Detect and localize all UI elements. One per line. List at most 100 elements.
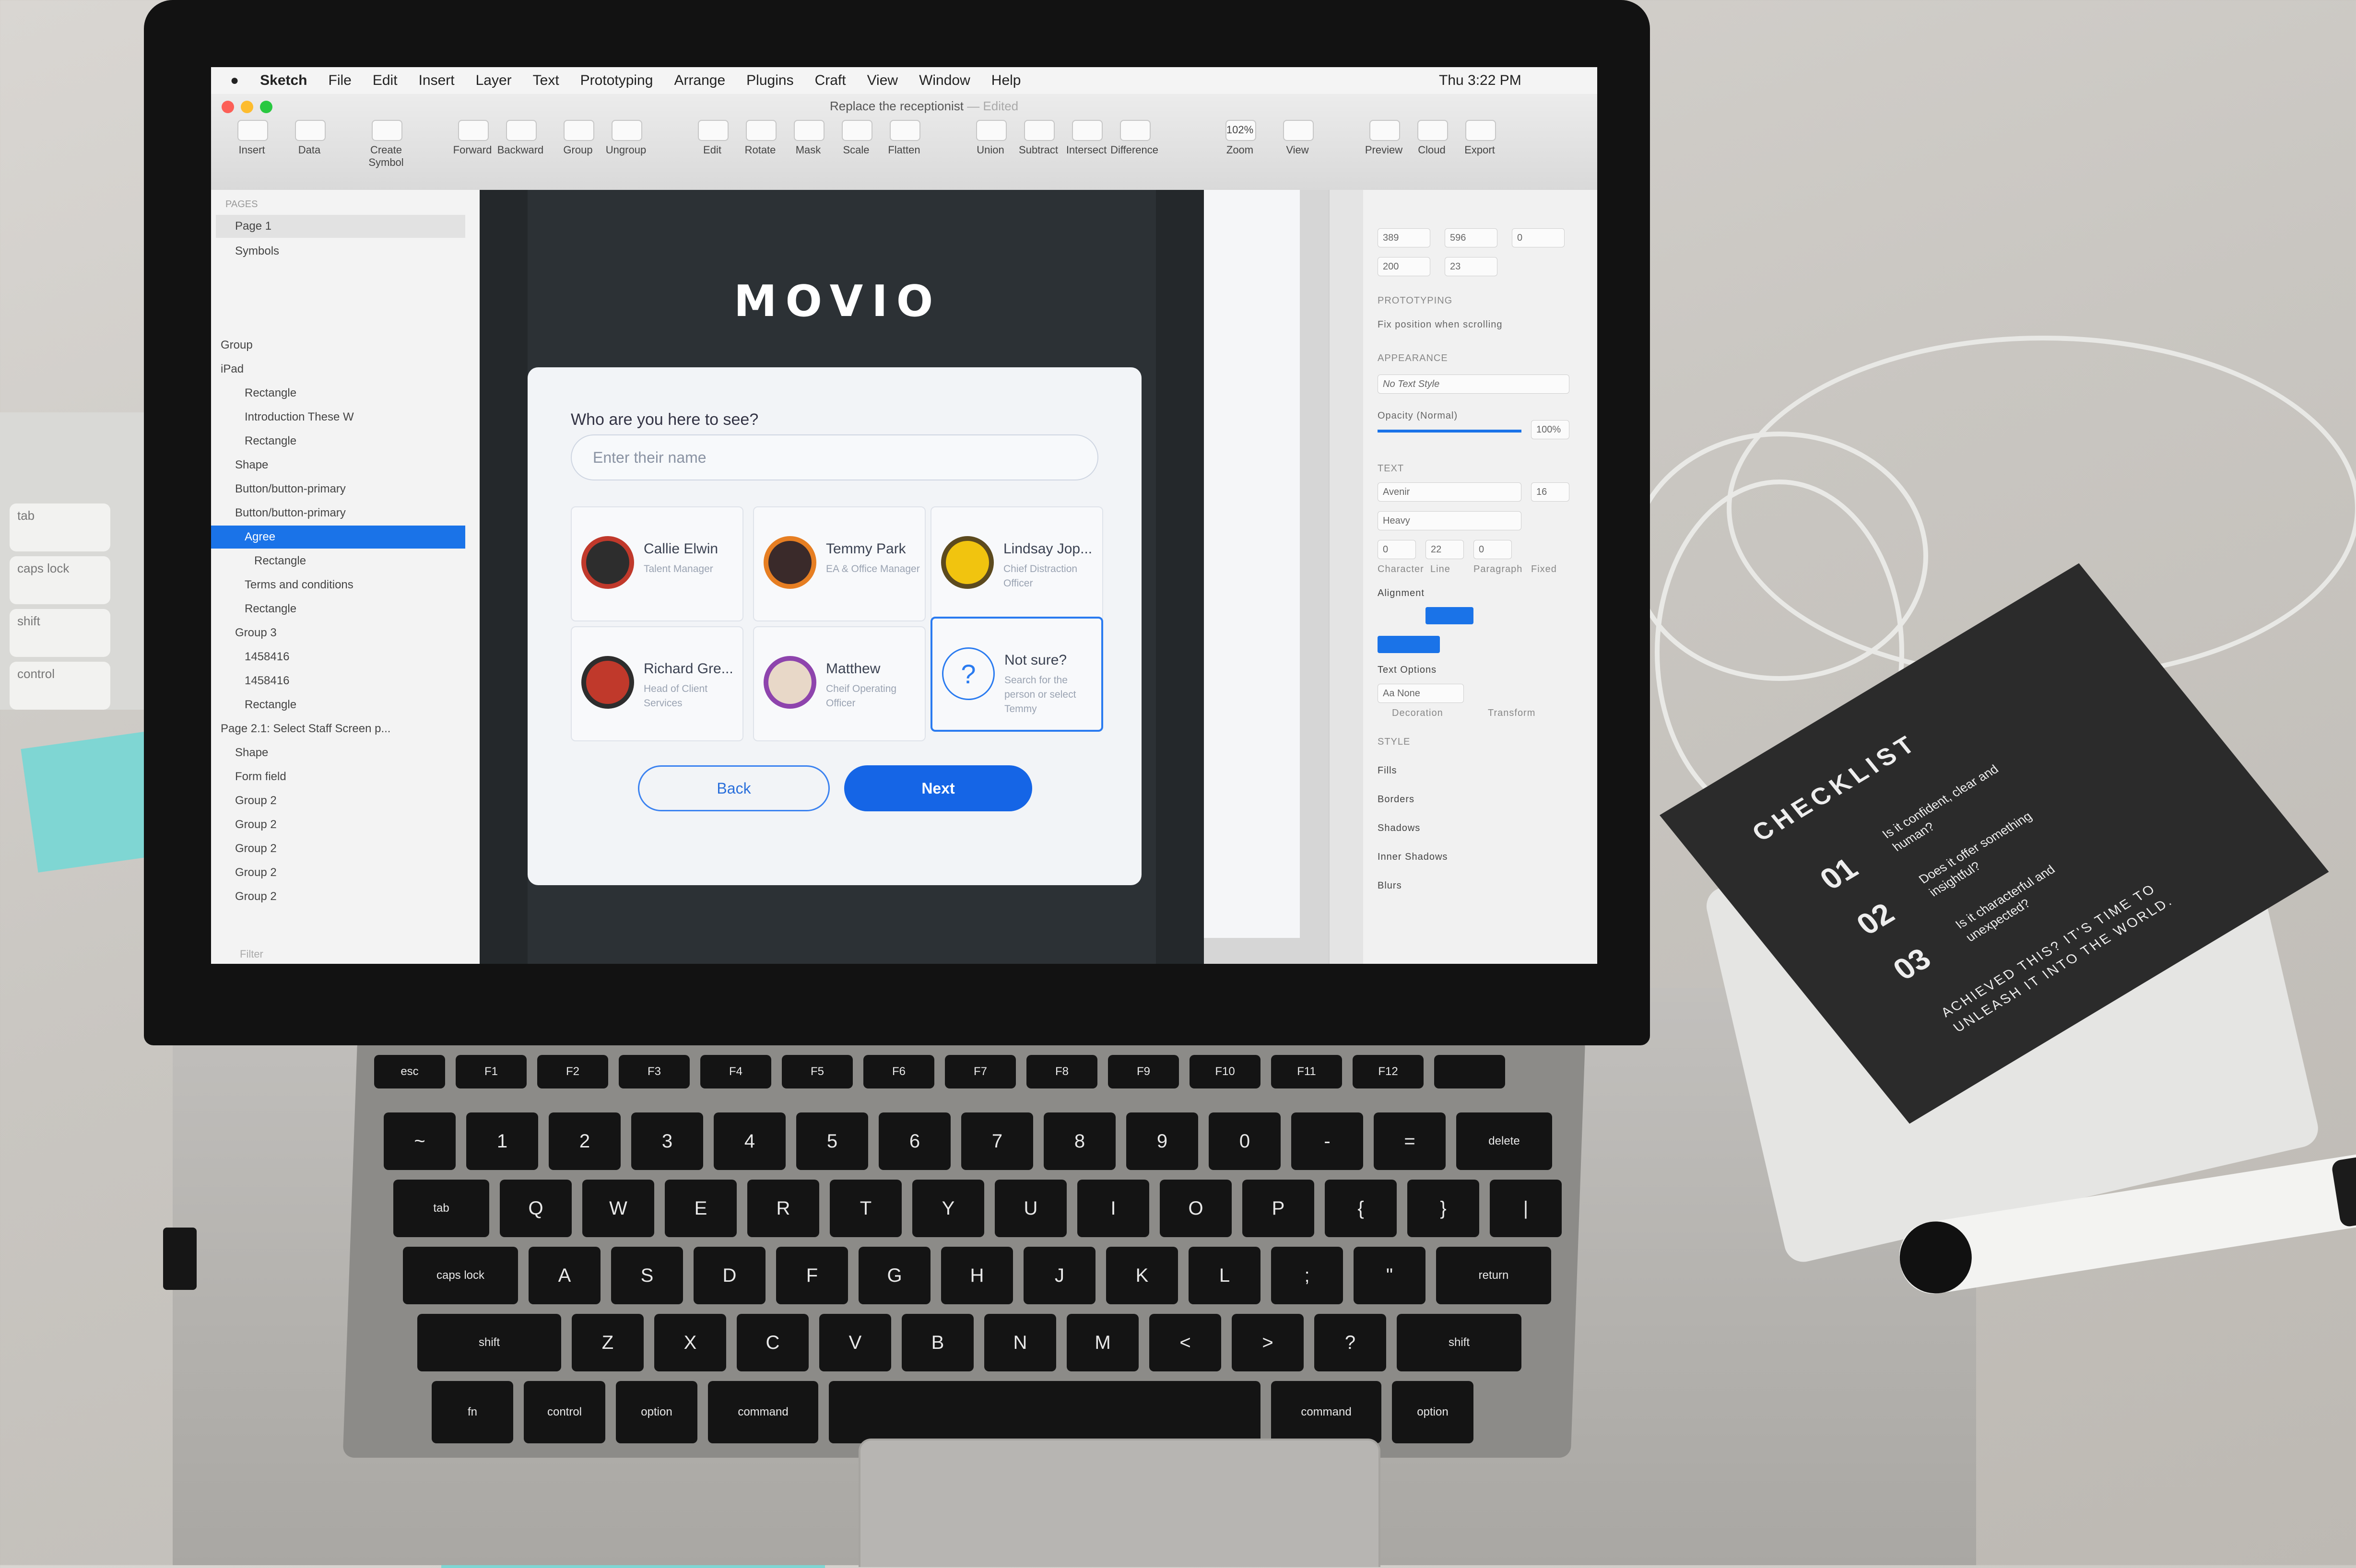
layer-item[interactable]: Page 2.1: Select Staff Screen p...: [211, 717, 465, 740]
filter-input[interactable]: Filter: [240, 943, 494, 964]
tool-icon[interactable]: [1417, 120, 1448, 141]
shadows-section[interactable]: Shadows: [1378, 823, 1420, 834]
menu-text[interactable]: Text: [533, 72, 559, 89]
character-spacing[interactable]: 0: [1378, 540, 1416, 559]
menu-craft[interactable]: Craft: [815, 72, 846, 89]
align-center-button[interactable]: [1425, 607, 1473, 624]
tool-icon[interactable]: [1072, 120, 1103, 141]
layer-item[interactable]: Rectangle: [211, 597, 465, 620]
apple-icon[interactable]: ●: [230, 72, 239, 89]
canvas[interactable]: MOVIO Who are you here to see? Enter the…: [480, 190, 1329, 964]
page-item[interactable]: Page 1: [216, 215, 465, 238]
menu-layer[interactable]: Layer: [476, 72, 512, 89]
tool-icon[interactable]: [1465, 120, 1496, 141]
tool-icon[interactable]: [794, 120, 825, 141]
checklist-number: 03: [1886, 941, 1938, 986]
zoom-value[interactable]: 102%: [1209, 124, 1271, 136]
paragraph-spacing[interactable]: 0: [1473, 540, 1512, 559]
h-field[interactable]: 23: [1445, 257, 1497, 276]
fills-section[interactable]: Fills: [1378, 765, 1397, 776]
page-item[interactable]: Symbols: [216, 240, 470, 263]
menu-help[interactable]: Help: [991, 72, 1021, 89]
menu-plugins[interactable]: Plugins: [746, 72, 793, 89]
menu-file[interactable]: File: [329, 72, 352, 89]
person-card[interactable]: Callie Elwin Talent Manager: [571, 506, 743, 621]
tool-icon[interactable]: [564, 120, 594, 141]
tool-icon[interactable]: [237, 120, 268, 141]
layer-item[interactable]: 1458416: [211, 669, 465, 692]
tool-icon[interactable]: [1024, 120, 1055, 141]
text-style-select[interactable]: No Text Style: [1378, 374, 1569, 394]
menu-edit[interactable]: Edit: [373, 72, 398, 89]
layer-item[interactable]: Shape: [211, 454, 465, 477]
minimize-button[interactable]: [241, 101, 253, 113]
layer-item[interactable]: Rectangle: [211, 550, 465, 573]
person-card[interactable]: Richard Gre... Head of Client Services: [571, 626, 743, 741]
layer-item[interactable]: Terms and conditions: [211, 573, 465, 597]
tool-icon[interactable]: [698, 120, 729, 141]
line-spacing[interactable]: 22: [1425, 540, 1464, 559]
layer-item[interactable]: Introduction These W: [211, 406, 465, 429]
menu-app[interactable]: Sketch: [260, 72, 307, 89]
layer-item[interactable]: 1458416: [211, 645, 465, 668]
layer-item[interactable]: Rectangle: [211, 693, 465, 716]
layer-item[interactable]: Rectangle: [211, 430, 465, 453]
back-button[interactable]: Back: [638, 765, 830, 811]
fix-position-checkbox[interactable]: Fix position when scrolling: [1378, 319, 1502, 330]
zoom-button[interactable]: [260, 101, 272, 113]
tool-icon[interactable]: [1283, 120, 1314, 141]
not-sure-card[interactable]: ? Not sure? Search for the person or sel…: [931, 617, 1103, 732]
tool-icon[interactable]: [372, 120, 402, 141]
layer-item[interactable]: Button/button-primary: [211, 478, 465, 501]
tool-icon[interactable]: [890, 120, 920, 141]
tool-icon[interactable]: [458, 120, 489, 141]
tool-icon[interactable]: [976, 120, 1007, 141]
menu-window[interactable]: Window: [919, 72, 970, 89]
x-field[interactable]: 389: [1378, 228, 1430, 247]
menu-view[interactable]: View: [867, 72, 898, 89]
tool-icon[interactable]: [746, 120, 777, 141]
font-size-field[interactable]: 16: [1531, 482, 1569, 502]
borders-section[interactable]: Borders: [1378, 794, 1414, 805]
layer-item[interactable]: Group 2: [211, 813, 465, 836]
font-select[interactable]: Avenir: [1378, 482, 1521, 502]
rotation-field[interactable]: 0: [1512, 228, 1565, 247]
layer-item[interactable]: Group 2: [211, 837, 465, 860]
tool-icon[interactable]: [506, 120, 537, 141]
trackpad[interactable]: [859, 1439, 1380, 1567]
layer-item[interactable]: Agree: [211, 526, 465, 549]
inner-shadows-section[interactable]: Inner Shadows: [1378, 852, 1448, 863]
layer-item[interactable]: Group 3: [211, 621, 465, 644]
person-card[interactable]: Lindsay Jop... Chief Distraction Officer: [931, 506, 1103, 621]
layer-item[interactable]: Shape: [211, 741, 465, 764]
blurs-section[interactable]: Blurs: [1378, 880, 1402, 891]
next-button[interactable]: Next: [844, 765, 1032, 811]
layer-item[interactable]: Button/button-primary: [211, 502, 465, 525]
menu-prototyping[interactable]: Prototyping: [580, 72, 653, 89]
tool-icon[interactable]: [842, 120, 872, 141]
person-card[interactable]: Matthew Cheif Operating Officer: [753, 626, 926, 741]
weight-select[interactable]: Heavy: [1378, 511, 1521, 530]
y-field[interactable]: 596: [1445, 228, 1497, 247]
decoration-select[interactable]: Aa None: [1378, 684, 1464, 703]
menu-arrange[interactable]: Arrange: [674, 72, 725, 89]
tool-icon[interactable]: [612, 120, 642, 141]
menu-insert[interactable]: Insert: [419, 72, 455, 89]
tool-icon[interactable]: [295, 120, 326, 141]
search-input[interactable]: Enter their name: [571, 434, 1098, 480]
w-field[interactable]: 200: [1378, 257, 1430, 276]
opacity-slider[interactable]: [1378, 430, 1521, 433]
person-card[interactable]: Temmy Park EA & Office Manager: [753, 506, 926, 621]
valign-top-button[interactable]: [1378, 636, 1440, 653]
layer-item[interactable]: Group 2: [211, 861, 465, 884]
layer-item[interactable]: Group 2: [211, 789, 465, 812]
layer-item[interactable]: Form field: [211, 765, 465, 788]
tool-icon[interactable]: [1369, 120, 1400, 141]
layer-item[interactable]: iPad: [211, 358, 465, 381]
layer-item[interactable]: Group: [211, 334, 465, 357]
close-button[interactable]: [222, 101, 234, 113]
layer-item[interactable]: Group 2: [211, 885, 465, 908]
tool-icon[interactable]: [1120, 120, 1151, 141]
opacity-field[interactable]: 100%: [1531, 420, 1569, 439]
layer-item[interactable]: Rectangle: [211, 382, 465, 405]
